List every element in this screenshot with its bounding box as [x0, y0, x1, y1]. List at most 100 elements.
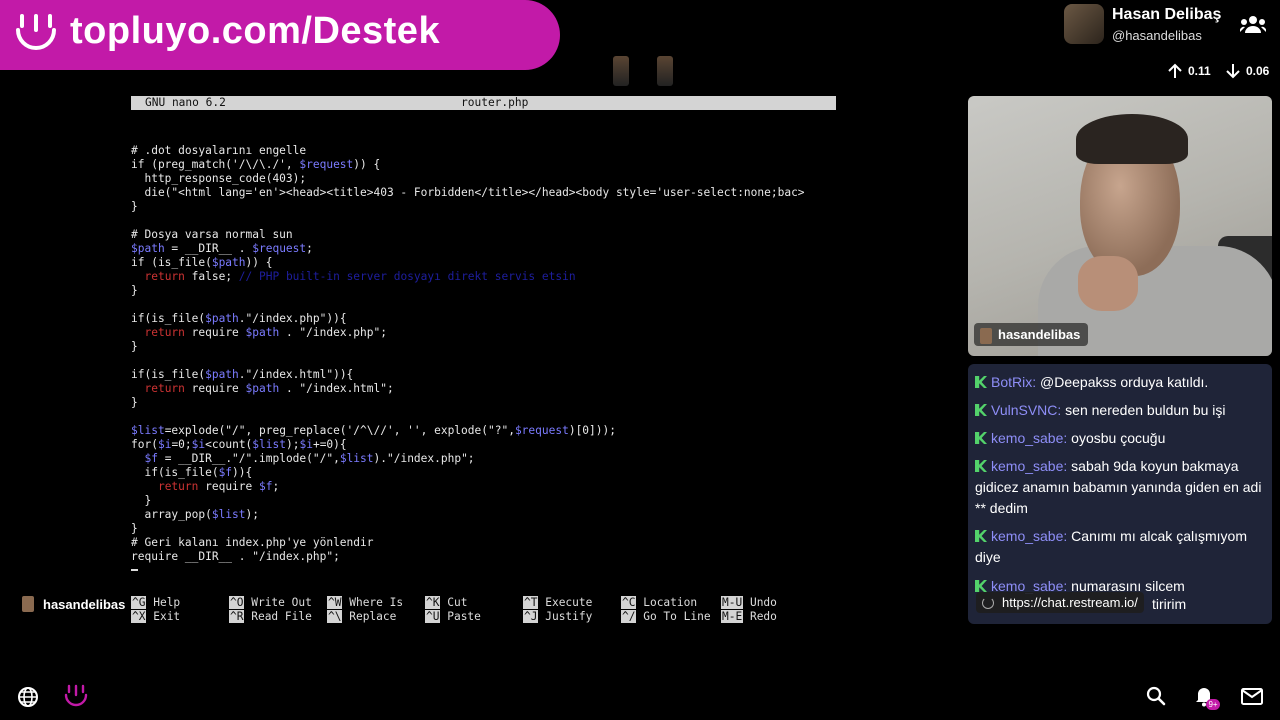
code-token: # Geri kalanı index.php'ye yönlendir	[131, 536, 374, 549]
mail-icon[interactable]	[1241, 688, 1263, 705]
code-line[interactable]: if (is_file($path)) {	[131, 256, 272, 270]
chat-username[interactable]: BotRix:	[991, 374, 1036, 390]
code-line[interactable]: $list=explode("/", preg_replace('/^\//',…	[131, 424, 616, 438]
code-line[interactable]: if (preg_match('/\/\./', $request)) {	[131, 158, 380, 172]
search-icon[interactable]	[1146, 686, 1166, 706]
code-line[interactable]: if(is_file($path."/index.html")){	[131, 368, 353, 382]
code-line[interactable]: }	[131, 200, 138, 214]
webcam-feed	[968, 96, 1272, 356]
arrow-down-icon	[1226, 64, 1240, 79]
code-token: http_response_code(403);	[131, 172, 307, 185]
chat-message: BotRix: @Deepakss orduya katıldı.	[975, 372, 1267, 393]
users-icon[interactable]	[1240, 14, 1266, 34]
code-line[interactable]: for($i=0;$i<count($list);$i+=0){	[131, 438, 347, 452]
shortcut-label: Read File	[244, 610, 312, 623]
chat-message: kemo_sabe: Canımı mı alcak çalışmıyom di…	[975, 526, 1267, 568]
code-token: require	[184, 382, 246, 395]
code-line[interactable]: return false; // PHP built-in server dos…	[131, 270, 575, 284]
shortcut-label: Location	[636, 596, 698, 609]
kick-badge-icon	[975, 530, 987, 542]
code-token: $path	[131, 242, 165, 255]
shortcut-pair: ^K Cut ^U Paste	[425, 596, 481, 624]
chat-username[interactable]: kemo_sabe:	[991, 458, 1067, 474]
upload-value: 0.11	[1188, 64, 1211, 78]
shortcut-label: Write Out	[244, 596, 312, 609]
shortcut-label: Where Is	[342, 596, 404, 609]
code-token: # Dosya varsa normal sun	[131, 228, 293, 241]
chat-url-tooltip[interactable]: https://chat.restream.io/	[976, 592, 1144, 613]
code-token: if (preg_match('/\/\./',	[131, 158, 300, 171]
code-line[interactable]: # .dot dosyalarını engelle	[131, 144, 306, 158]
code-token: if(is_file(	[131, 466, 219, 479]
shortcut-key: ^O	[229, 596, 245, 609]
chat-overflow-text: tiririm	[1152, 596, 1187, 612]
code-token: ."/index.php")){	[238, 312, 347, 325]
code-token: $path	[245, 382, 280, 395]
code-line[interactable]: if(is_file($path."/index.php")){	[131, 312, 347, 326]
code-line[interactable]: array_pop($list);	[131, 508, 259, 522]
code-line[interactable]: require __DIR__ . "/index.php";	[131, 550, 340, 564]
code-line[interactable]: die("<html lang='en'><head><title>403 - …	[131, 186, 804, 200]
code-token: );	[245, 508, 259, 521]
shortcut-pair: ^T Execute ^J Justify	[523, 596, 592, 624]
code-token: $request	[252, 242, 307, 255]
nano-editor[interactable]: GNU nano 6.2 router.php # .dot dosyaları…	[131, 96, 836, 623]
code-token: return	[144, 270, 185, 283]
code-line[interactable]: # Dosya varsa normal sun	[131, 228, 293, 242]
code-token: ;	[272, 480, 280, 493]
download-stat: 0.06	[1224, 62, 1269, 80]
shortcut-key: M-E	[721, 610, 744, 623]
code-line[interactable]: return require $path . "/index.php";	[131, 326, 387, 340]
code-line[interactable]: http_response_code(403);	[131, 172, 306, 186]
code-line[interactable]: return require $f;	[131, 480, 279, 494]
shortcut-label: Undo	[743, 596, 777, 609]
code-line[interactable]: $f = __DIR__."/".implode("/",$list)."/in…	[131, 452, 474, 466]
power-icon	[982, 597, 994, 609]
shortcut-label: Go To Line	[636, 610, 711, 623]
chat-text: @Deepakss orduya katıldı.	[1036, 374, 1209, 390]
code-token: )) {	[245, 256, 273, 269]
kick-badge-icon	[975, 460, 987, 472]
kick-badge-icon	[975, 432, 987, 444]
shortcut-key: ^/	[621, 610, 637, 623]
shortcut-key: ^W	[327, 596, 343, 609]
topluyo-home-icon[interactable]	[64, 684, 88, 710]
code-token: return	[144, 326, 185, 339]
host-avatar	[22, 596, 34, 612]
globe-icon[interactable]	[17, 686, 39, 708]
shortcut-pair: ^O Write Out ^R Read File	[229, 596, 312, 624]
shortcut-pair: ^G Help ^X Exit	[131, 596, 180, 624]
chat-username[interactable]: VulnSVNC:	[991, 402, 1061, 418]
code-line[interactable]: }	[131, 494, 151, 508]
code-token: $list	[252, 438, 286, 451]
shortcut-key: ^K	[425, 596, 441, 609]
chat-username[interactable]: kemo_sabe:	[991, 528, 1067, 544]
hair	[1076, 114, 1188, 164]
streamer-avatar[interactable]	[1064, 4, 1104, 44]
shortcut-label: Exit	[146, 610, 181, 623]
code-token: ;	[306, 242, 313, 255]
code-line[interactable]: }	[131, 340, 138, 354]
code-line[interactable]: }	[131, 284, 138, 298]
chat-panel[interactable]: BotRix: @Deepakss orduya katıldı. VulnSVN…	[968, 364, 1272, 624]
code-token: )[0]));	[568, 424, 616, 437]
shortcut-label: Help	[146, 596, 181, 609]
streamer-name: Hasan Delibaş	[1112, 6, 1222, 23]
code-token: }	[131, 396, 138, 409]
chat-text: oyosbu çocuğu	[1067, 430, 1166, 446]
code-token: if (is_file(	[131, 256, 212, 269]
code-line[interactable]: if(is_file($f)){	[131, 466, 252, 480]
chat-username[interactable]: kemo_sabe:	[991, 430, 1067, 446]
code-line[interactable]: # Geri kalanı index.php'ye yönlendir	[131, 536, 373, 550]
code-token: = __DIR__."/".implode("/",	[157, 452, 340, 465]
code-line[interactable]: return require $path . "/index.html";	[131, 382, 393, 396]
code-line[interactable]: $path = __DIR__ . $request;	[131, 242, 313, 256]
code-line[interactable]: }	[131, 522, 138, 536]
shortcut-pair: M-U Undo M-E Redo	[721, 596, 777, 624]
code-line[interactable]: }	[131, 396, 138, 410]
participant-avatar[interactable]	[613, 56, 629, 86]
participant-avatar[interactable]	[657, 56, 673, 86]
chat-text: sen nereden buldun bu işi	[1061, 402, 1226, 418]
shortcut-key: ^J	[523, 610, 539, 623]
